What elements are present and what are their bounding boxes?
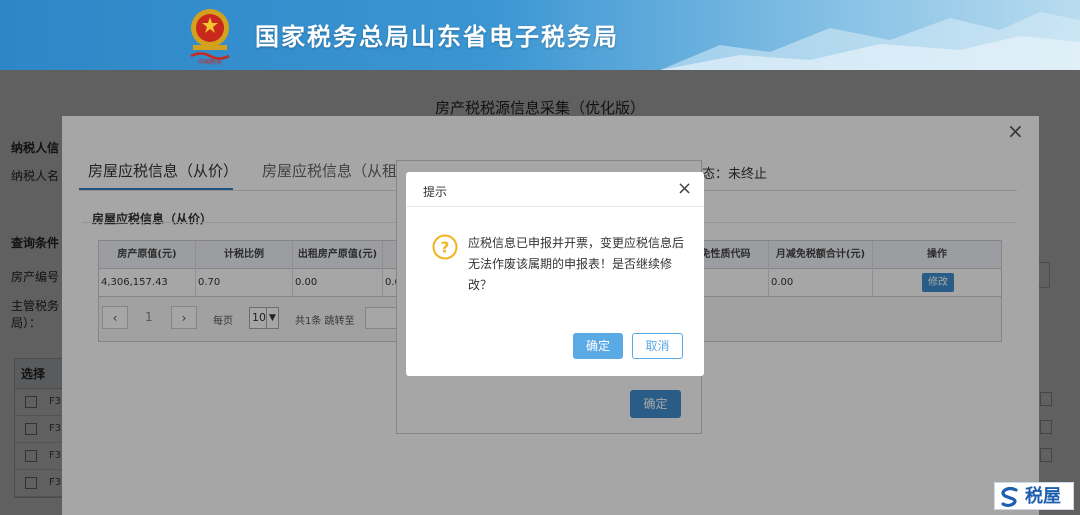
shuiwu-logo-icon — [1001, 486, 1018, 508]
emblem-caption: 中国税务 — [198, 58, 222, 66]
close-icon[interactable]: × — [677, 180, 692, 198]
prompt-message: 应税信息已申报并开票，变更应税信息后无法作废该属期的申报表！是否继续修改？ — [468, 236, 685, 292]
site-title: 国家税务总局山东省电子税务局 — [255, 23, 619, 51]
cancel-button[interactable]: 取消 — [632, 333, 683, 359]
national-emblem-icon: 中国税务 — [190, 9, 230, 66]
great-wall-graphic — [660, 12, 1080, 70]
svg-text:?: ? — [441, 239, 450, 257]
watermark: 税屋 — [994, 482, 1074, 510]
prompt-title: 提示 — [423, 185, 448, 199]
prompt-dialog: 提示 × ? 应税信息已申报并开票，变更应税信息后无法作废该属期的申报表！是否继… — [406, 172, 704, 376]
confirm-button[interactable]: 确定 — [573, 333, 623, 359]
watermark-text: 税屋 — [1025, 486, 1061, 507]
header-banner: 中国税务 国家税务总局山东省电子税务局 — [0, 0, 1080, 70]
question-icon: ? — [432, 234, 458, 260]
prompt-divider — [406, 206, 704, 207]
